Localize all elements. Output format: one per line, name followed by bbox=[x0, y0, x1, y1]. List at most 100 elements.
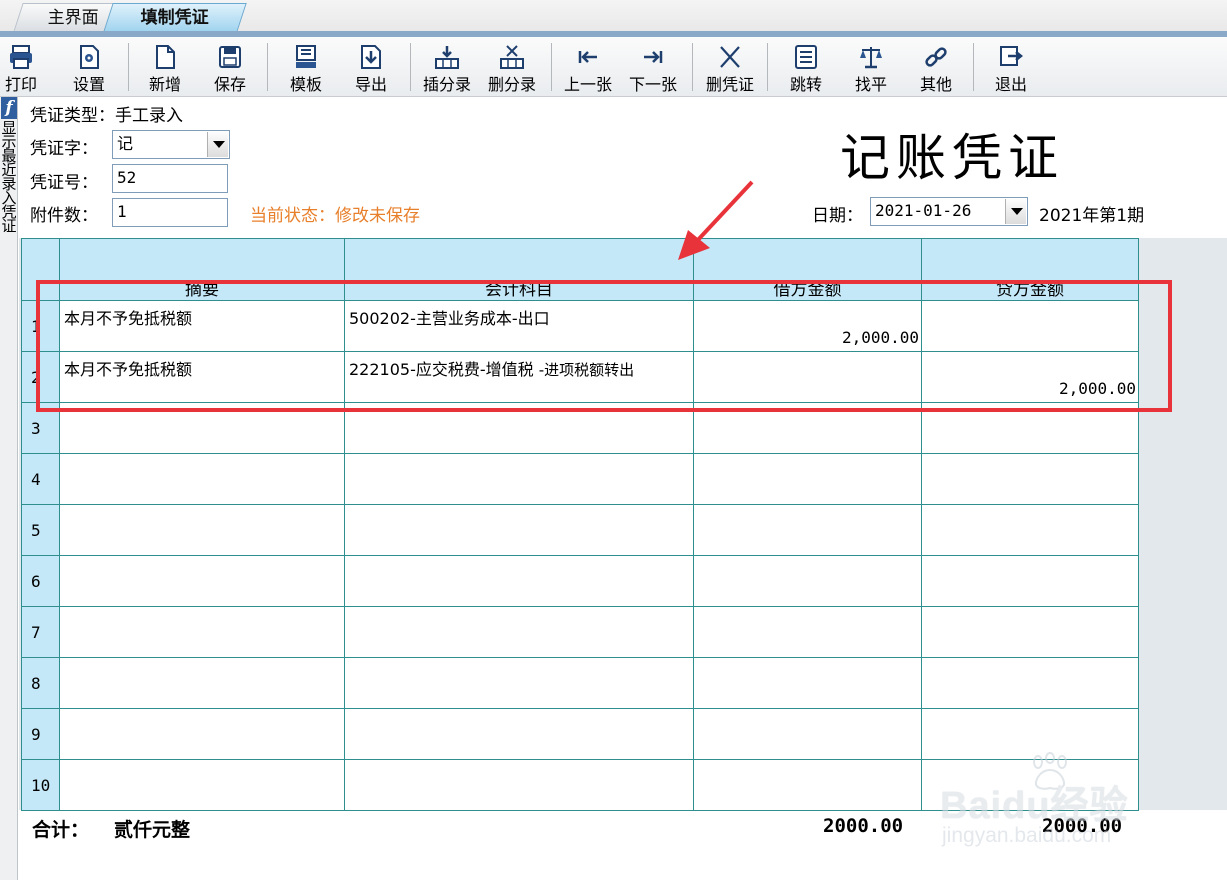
voucher-number-label: 凭证号： bbox=[30, 173, 98, 193]
template-label: 模板 bbox=[289, 75, 322, 94]
table-row[interactable]: 5 bbox=[21, 504, 1139, 556]
new-label: 新增 bbox=[148, 75, 181, 94]
print-label: 打印 bbox=[4, 75, 37, 94]
table-row[interactable]: 7 bbox=[21, 606, 1139, 658]
save-button[interactable]: 保存 bbox=[199, 37, 261, 97]
export-icon bbox=[361, 45, 381, 69]
toolbar-separator bbox=[267, 43, 268, 91]
account-cell[interactable] bbox=[344, 504, 694, 556]
account-cell[interactable]: 222105-应交税费-增值税 -进项税额转出 bbox=[344, 351, 694, 403]
table-row[interactable]: 3 bbox=[21, 402, 1139, 454]
delete-entry-label: 删分录 bbox=[487, 75, 536, 94]
account-cell[interactable] bbox=[344, 708, 694, 760]
voucher-number-field[interactable]: 52 bbox=[112, 164, 228, 193]
summary-cell[interactable] bbox=[59, 555, 345, 607]
jump-button[interactable]: 跳转 bbox=[775, 37, 837, 97]
row-number: 6 bbox=[21, 555, 60, 607]
template-button[interactable]: 模板 bbox=[275, 37, 337, 97]
next-button[interactable]: 下一张 bbox=[622, 37, 684, 97]
debit-cell[interactable] bbox=[693, 504, 922, 556]
table-header-row: 摘要 会计科目 借方金额 贷方金额 bbox=[21, 238, 1139, 301]
balance-button[interactable]: 找平 bbox=[840, 37, 902, 97]
voucher-word-label: 凭证字： bbox=[30, 139, 98, 159]
summary-cell[interactable] bbox=[59, 708, 345, 760]
recent-vouchers-label: 显示最近录入凭证 bbox=[1, 119, 17, 235]
summary-cell[interactable] bbox=[59, 504, 345, 556]
table-row[interactable]: 1 本月不予免抵税额 500202-主营业务成本-出口 2,000.00 bbox=[21, 300, 1139, 352]
summary-cell[interactable] bbox=[59, 657, 345, 709]
account-cell[interactable] bbox=[344, 606, 694, 658]
period-label: 2021年第1期 bbox=[1039, 206, 1145, 226]
debit-cell[interactable] bbox=[693, 453, 922, 505]
previous-button[interactable]: 上一张 bbox=[557, 37, 619, 97]
exit-button[interactable]: 退出 bbox=[980, 37, 1042, 97]
row-number: 7 bbox=[21, 606, 60, 658]
chevron-down-icon[interactable] bbox=[1005, 199, 1026, 224]
account-cell[interactable]: 500202-主营业务成本-出口 bbox=[344, 300, 694, 352]
summary-cell[interactable] bbox=[59, 759, 345, 811]
date-picker[interactable]: 2021-01-26 bbox=[870, 197, 1028, 226]
attachments-field[interactable]: 1 bbox=[112, 198, 228, 227]
table-row[interactable]: 2 本月不予免抵税额 222105-应交税费-增值税 -进项税额转出 2,000.00 bbox=[21, 351, 1139, 403]
toolbar-separator bbox=[128, 43, 129, 91]
delete-voucher-button[interactable]: 删凭证 bbox=[699, 37, 761, 97]
table-row[interactable]: 6 bbox=[21, 555, 1139, 607]
credit-cell[interactable] bbox=[921, 504, 1139, 556]
exit-icon bbox=[1000, 46, 1024, 66]
account-cell[interactable] bbox=[344, 402, 694, 454]
settings-button[interactable]: 设置 bbox=[58, 37, 120, 97]
credit-cell[interactable] bbox=[921, 402, 1139, 454]
tab-fill-voucher[interactable]: 填制凭证 bbox=[103, 3, 247, 32]
summary-cell[interactable] bbox=[59, 402, 345, 454]
debit-cell[interactable] bbox=[693, 606, 922, 658]
summary-cell[interactable]: 本月不予免抵税额 bbox=[59, 300, 345, 352]
voucher-word-select[interactable]: 记 bbox=[112, 130, 230, 159]
toolbar-separator bbox=[551, 43, 552, 91]
export-button[interactable]: 导出 bbox=[340, 37, 402, 97]
insert-entry-label: 插分录 bbox=[422, 75, 471, 94]
row-number: 10 bbox=[21, 759, 60, 811]
credit-cell[interactable] bbox=[921, 453, 1139, 505]
debit-cell[interactable]: 2,000.00 bbox=[693, 300, 922, 352]
summary-cell[interactable]: 本月不予免抵税额 bbox=[59, 351, 345, 403]
debit-cell[interactable] bbox=[693, 555, 922, 607]
table-row[interactable]: 8 bbox=[21, 657, 1139, 709]
debit-cell[interactable] bbox=[693, 657, 922, 709]
account-cell[interactable] bbox=[344, 657, 694, 709]
voucher-type-label: 凭证类型：手工录入 bbox=[30, 106, 183, 126]
chevron-down-icon[interactable] bbox=[207, 132, 228, 157]
delete-entry-button[interactable]: 删分录 bbox=[481, 37, 543, 97]
recent-vouchers-panel[interactable]: f 显示最近录入凭证 bbox=[0, 97, 18, 880]
delete-voucher-label: 删凭证 bbox=[705, 75, 754, 94]
summary-cell[interactable] bbox=[59, 606, 345, 658]
toolbar-separator bbox=[410, 43, 411, 91]
credit-cell[interactable] bbox=[921, 555, 1139, 607]
new-button[interactable]: 新增 bbox=[134, 37, 196, 97]
account-cell[interactable] bbox=[344, 759, 694, 811]
account-cell[interactable] bbox=[344, 453, 694, 505]
row-number: 2 bbox=[21, 351, 60, 403]
voucher-word-value: 记 bbox=[117, 134, 134, 153]
debit-cell[interactable] bbox=[693, 402, 922, 454]
other-button[interactable]: 其他 bbox=[905, 37, 967, 97]
credit-cell[interactable] bbox=[921, 300, 1139, 352]
debit-cell[interactable] bbox=[693, 351, 922, 403]
insert-entry-button[interactable]: 插分录 bbox=[416, 37, 478, 97]
toolbar-separator bbox=[767, 43, 768, 91]
table-row[interactable]: 4 bbox=[21, 453, 1139, 505]
new-document-icon bbox=[156, 45, 175, 69]
debit-cell[interactable] bbox=[693, 708, 922, 760]
account-cell[interactable] bbox=[344, 555, 694, 607]
page-title: 记账凭证 bbox=[840, 129, 1064, 187]
link-icon bbox=[925, 47, 947, 67]
summary-cell[interactable] bbox=[59, 453, 345, 505]
save-label: 保存 bbox=[213, 75, 246, 94]
row-number: 4 bbox=[21, 453, 60, 505]
account-text: 222105-应交税费-增值税 bbox=[349, 360, 534, 379]
row-number: 8 bbox=[21, 657, 60, 709]
credit-cell[interactable]: 2,000.00 bbox=[921, 351, 1139, 403]
debit-cell[interactable] bbox=[693, 759, 922, 811]
credit-cell[interactable] bbox=[921, 606, 1139, 658]
print-button[interactable]: 打印 bbox=[0, 37, 49, 97]
credit-cell[interactable] bbox=[921, 657, 1139, 709]
